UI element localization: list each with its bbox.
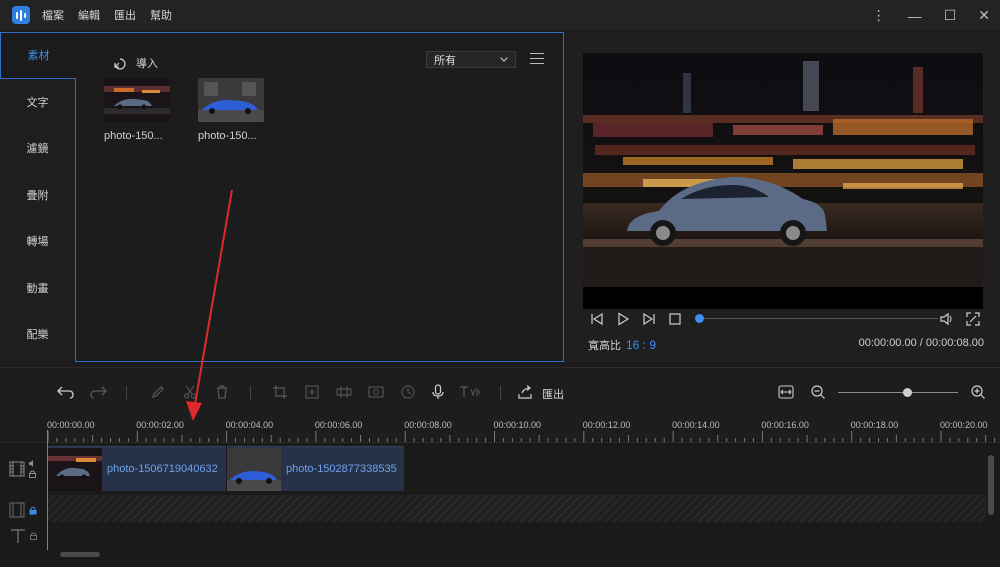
text-track[interactable] [48,523,986,550]
lock-track-icon[interactable] [29,506,37,515]
lock-track-icon[interactable] [29,532,37,540]
fullscreen-icon[interactable] [960,312,986,326]
clip-thumbnail [48,447,102,491]
freeze-frame-icon[interactable] [366,382,386,402]
sidebar-item-music[interactable]: 配樂 [0,311,75,358]
zoom-slider-track[interactable] [838,392,958,393]
aspect-ratio-label: 寬高比 [588,340,621,352]
timeline-playhead[interactable] [47,430,48,550]
undo-icon[interactable] [56,382,76,402]
aspect-ratio[interactable]: 寬高比 16 : 9 [588,337,656,353]
media-thumbnail [198,78,264,122]
redo-icon[interactable] [88,382,108,402]
clip-label: photo-1506719040632 [107,463,218,475]
menu-edit[interactable]: 編輯 [78,7,100,23]
title-bar: 檔案 編輯 匯出 幫助 ⋮ — ☐ ✕ [0,0,1000,30]
video-track-header [0,453,46,485]
preview-scrubber-handle[interactable] [695,314,704,323]
media-item-name: photo-150... [198,130,257,142]
close-icon[interactable]: ✕ [978,7,990,24]
overlay-track-header [0,499,46,521]
timeline-ruler[interactable]: 00:00:00.00 00:00:02.00 00:00:04.00 00:00:0… [0,413,1000,443]
sidebar-item-filters[interactable]: 濾鏡 [0,125,75,172]
annotation-arrow [186,189,233,421]
sidebar-item-overlays[interactable]: 疊附 [0,172,75,219]
export-button[interactable]: 匯出 [542,386,564,402]
export-icon[interactable] [516,382,536,402]
import-button[interactable]: 導入 [112,55,158,71]
text-track-header [0,525,46,547]
edit-icon[interactable] [148,382,168,402]
timeline-clip[interactable]: photo-1506719040632 [48,446,226,491]
zoom-in-icon[interactable] [968,382,988,402]
import-icon [112,56,126,70]
import-label: 導入 [136,58,158,70]
lock-track-icon[interactable] [29,470,37,478]
play-icon[interactable] [610,312,636,326]
clip-thumbnail [227,447,281,491]
list-view-icon[interactable] [530,53,544,65]
video-track-icon [9,461,25,477]
microphone-icon[interactable] [428,382,448,402]
sidebar-item-animations[interactable]: 動畫 [0,265,75,312]
vertical-scrollbar[interactable] [988,455,994,515]
menu-file[interactable]: 檔案 [42,7,64,23]
menu-export[interactable]: 匯出 [114,7,136,23]
fit-timeline-icon[interactable] [776,382,796,402]
more-icon[interactable]: ⋮ [872,7,886,24]
edit-toolbar: 匯出 [0,367,1000,413]
next-frame-icon[interactable] [636,312,662,326]
overlay-track-icon [9,502,25,518]
mosaic-icon[interactable] [302,382,322,402]
video-track[interactable]: photo-1506719040632 photo-1502877338535 [48,443,986,494]
sidebar-item-media[interactable]: 素材 [0,32,76,79]
zoom-out-icon[interactable] [808,382,828,402]
timeline-tracks: photo-1506719040632 photo-1502877338535 [0,443,1000,567]
overlay-track[interactable] [48,495,986,522]
stop-icon[interactable] [662,313,688,325]
preview-panel: 寬高比 16 : 9 00:00:00.00 / 00:00:08.00 [566,32,1000,362]
toolbar-divider [500,386,501,400]
media-thumbnail [104,78,170,122]
toolbar-divider [126,386,127,400]
text-to-speech-icon[interactable] [458,382,484,402]
minimize-icon[interactable]: — [908,8,922,24]
clip-label: photo-1502877338535 [286,463,397,475]
media-panel: 導入 所有 photo-150... photo-150... [75,32,564,362]
zoom-slider-handle[interactable] [903,388,912,397]
timeline-clip[interactable]: photo-1502877338535 [227,446,404,491]
text-track-icon [10,528,26,544]
duration-icon[interactable] [398,382,418,402]
playback-controls [584,308,986,330]
menu-help[interactable]: 幫助 [150,7,172,23]
chevron-down-icon [500,57,508,62]
volume-icon[interactable] [934,312,960,326]
horizontal-scrollbar[interactable] [60,552,100,557]
sidebar-item-text[interactable]: 文字 [0,79,75,126]
previous-frame-icon[interactable] [584,312,610,326]
preview-frame [583,53,983,309]
media-item[interactable]: photo-150... [104,78,172,142]
menu-bar: 檔案 編輯 匯出 幫助 [42,7,172,23]
media-filter-select[interactable]: 所有 [426,51,516,68]
media-filter-value: 所有 [434,54,456,67]
maximize-icon[interactable]: ☐ [944,7,957,24]
split-icon[interactable] [334,382,354,402]
sidebar-item-transitions[interactable]: 轉場 [0,218,75,265]
sidebar: 素材 文字 濾鏡 疊附 轉場 動畫 配樂 [0,32,76,362]
crop-icon[interactable] [270,382,290,402]
mute-track-icon[interactable] [29,460,37,467]
toolbar-divider [250,386,251,400]
media-item-name: photo-150... [104,130,163,142]
app-logo-icon [12,6,30,24]
media-item[interactable]: photo-150... [198,78,266,142]
window-controls: ⋮ — ☐ ✕ [872,7,990,24]
aspect-ratio-value: 16 : 9 [626,338,657,352]
preview-scrubber-track[interactable] [702,318,938,319]
preview-timecode: 00:00:00.00 / 00:00:08.00 [858,337,984,349]
